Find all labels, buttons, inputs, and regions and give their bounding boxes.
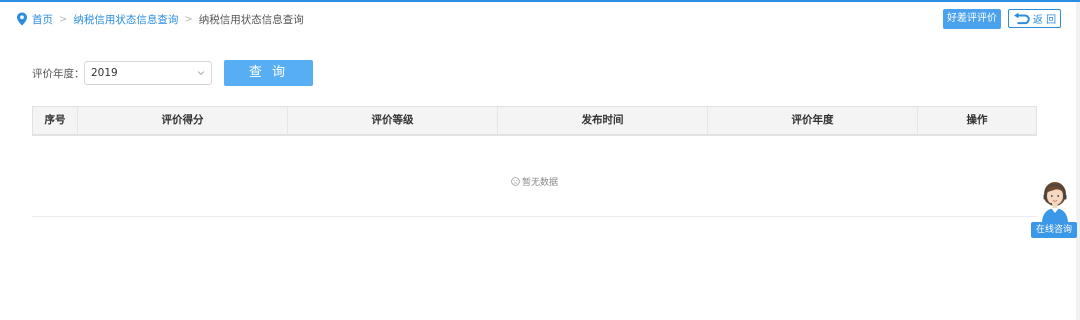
- column-header-grade: 评价等级: [288, 107, 498, 134]
- query-button[interactable]: 查 询: [224, 60, 313, 86]
- breadcrumb-home[interactable]: 首页: [32, 12, 53, 27]
- column-header-action: 操作: [966, 114, 988, 126]
- return-arrow-icon: [1013, 12, 1030, 24]
- back-button[interactable]: 返 回: [1008, 9, 1061, 28]
- online-consult-widget[interactable]: 在线咨询: [1031, 180, 1077, 238]
- page: 首页 > 纳税信用状态信息查询 > 纳税信用状态信息查询 好差评评价 返 回 评…: [0, 0, 1080, 320]
- column-header-year: 评价年度: [708, 107, 918, 134]
- breadcrumb-current: 纳税信用状态信息查询: [198, 13, 304, 26]
- sad-face-icon: [511, 177, 520, 186]
- online-consult-label: 在线咨询: [1031, 222, 1077, 238]
- breadcrumb-parent[interactable]: 纳税信用状态信息查询: [73, 12, 178, 27]
- empty-state-text: 暂无数据: [522, 178, 559, 188]
- breadcrumb-separator-icon: >: [184, 13, 193, 25]
- location-pin-icon: [17, 12, 27, 26]
- page-scrollbar[interactable]: [1076, 2, 1080, 320]
- empty-state: 暂无数据: [511, 175, 558, 188]
- column-header-index: 序号: [33, 107, 78, 134]
- rate-button[interactable]: 好差评评价: [943, 9, 1001, 29]
- column-header-publish-time: 发布时间: [498, 107, 708, 134]
- column-header-score: 评价得分: [78, 107, 288, 134]
- chevron-down-icon: [197, 71, 205, 76]
- back-button-label: 返 回: [1032, 15, 1057, 26]
- result-table: 序号 评价得分 评价等级 发布时间 评价年度 操作: [32, 106, 1037, 136]
- customer-service-avatar-icon: [1042, 182, 1068, 222]
- year-label: 评价年度：: [32, 68, 85, 80]
- year-select-value: 2019: [91, 67, 118, 79]
- breadcrumb: 首页 > 纳税信用状态信息查询 > 纳税信用状态信息查询: [16, 11, 304, 27]
- year-select[interactable]: 2019: [84, 61, 212, 85]
- breadcrumb-separator-icon: >: [59, 13, 68, 25]
- table-header: 序号 评价得分 评价等级 发布时间 评价年度 操作: [33, 107, 1036, 135]
